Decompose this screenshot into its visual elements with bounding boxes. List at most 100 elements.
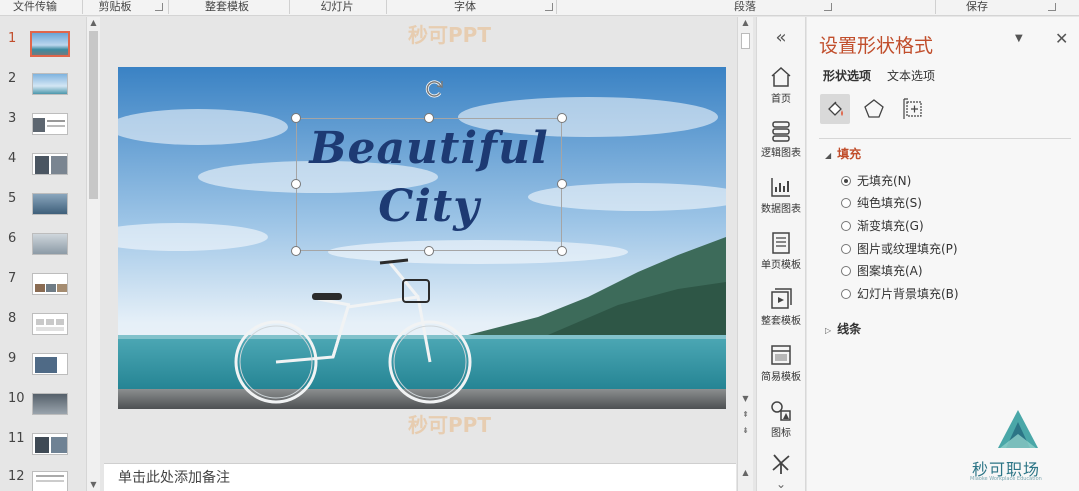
- slide-number: 2: [8, 71, 17, 86]
- radio-selected[interactable]: [841, 176, 851, 186]
- resize-handle[interactable]: [291, 246, 301, 256]
- scroll-up-icon[interactable]: ▲: [87, 17, 100, 29]
- fill-option-none[interactable]: 无填充(N): [841, 173, 911, 189]
- slide-thumbnail[interactable]: 10: [0, 391, 86, 429]
- title-line-2[interactable]: City: [297, 179, 561, 235]
- thumbnail-scrollbar[interactable]: ▲ ▼: [86, 17, 100, 491]
- pane-divider: [819, 138, 1071, 139]
- home-icon: [771, 66, 791, 87]
- slide-thumbnail[interactable]: 3: [0, 111, 86, 149]
- ribbon-group-labels: 文件传输 剪贴板 整套模板 幻灯片 字体 段落 保存: [0, 0, 1079, 16]
- logic-chart-button[interactable]: 逻辑图表: [757, 119, 805, 159]
- full-template-button[interactable]: 整套模板: [757, 287, 805, 327]
- slide-thumbnail[interactable]: 7: [0, 271, 86, 309]
- pentagon-icon: [864, 99, 884, 118]
- radio[interactable]: [841, 266, 851, 276]
- collapse-panel-button[interactable]: «: [757, 27, 805, 48]
- size-properties-tab[interactable]: [899, 94, 929, 124]
- fill-option-solid[interactable]: 纯色填充(S): [841, 195, 922, 211]
- slide-thumbnail-image[interactable]: [32, 153, 68, 175]
- slide-thumbnail[interactable]: 12: [0, 469, 86, 491]
- next-slide-icon[interactable]: ⇟: [738, 425, 753, 437]
- resize-handle[interactable]: [557, 113, 567, 123]
- single-page-template-button[interactable]: 单页模板: [757, 231, 805, 271]
- scrollbar-thumb[interactable]: [89, 31, 98, 199]
- slide-thumbnail-image[interactable]: [30, 31, 70, 57]
- scrollbar-thumb[interactable]: [741, 33, 750, 49]
- scroll-down-icon[interactable]: ▼: [738, 393, 753, 405]
- fill-option-pattern[interactable]: 图案填充(A): [841, 263, 923, 279]
- slide-thumbnail-image[interactable]: [32, 313, 68, 335]
- slide-thumbnail[interactable]: 4: [0, 151, 86, 189]
- icons-button[interactable]: 图标: [757, 399, 805, 439]
- slide-thumbnail[interactable]: 11: [0, 431, 86, 469]
- slide-thumbnail-pane: 1 2 3 4 5 6 7 8 9 10 11 12 ▲ ▼: [0, 17, 100, 491]
- radio[interactable]: [841, 221, 851, 231]
- radio[interactable]: [841, 289, 851, 299]
- scroll-more-button[interactable]: ⌄: [757, 477, 805, 491]
- slide-thumbnail-image[interactable]: [32, 233, 68, 255]
- radio[interactable]: [841, 244, 851, 254]
- line-section-label: 线条: [837, 322, 862, 336]
- notes-scroll-up-icon[interactable]: ▲: [738, 467, 753, 479]
- slide-thumbnail[interactable]: 2: [0, 71, 86, 109]
- line-section-header[interactable]: ▷ 线条: [825, 320, 861, 337]
- ribbon-separator: [386, 0, 387, 14]
- fill-option-slide-background[interactable]: 幻灯片背景填充(B): [841, 286, 959, 302]
- slide-number: 7: [8, 271, 17, 286]
- resize-handle[interactable]: [424, 246, 434, 256]
- editor-scrollbar[interactable]: ▲ ▼ ⇞ ⇟ ▲: [737, 17, 753, 491]
- scroll-up-icon[interactable]: ▲: [738, 17, 753, 29]
- home-button[interactable]: 首页: [757, 65, 805, 105]
- slide-thumbnail-image[interactable]: [32, 193, 68, 215]
- slide-thumbnail[interactable]: 6: [0, 231, 86, 269]
- fill-option-picture[interactable]: 图片或纹理填充(P): [841, 241, 958, 257]
- slide-thumbnail-image[interactable]: [32, 273, 68, 295]
- fill-and-line-tab[interactable]: [820, 94, 850, 124]
- resize-handle[interactable]: [291, 179, 301, 189]
- slide-thumbnail[interactable]: 8: [0, 311, 86, 349]
- scroll-down-icon[interactable]: ▼: [87, 479, 100, 491]
- slide-thumbnail[interactable]: 5: [0, 191, 86, 229]
- title-line-1[interactable]: Beautiful: [297, 121, 561, 177]
- close-icon[interactable]: ✕: [1055, 29, 1068, 48]
- resize-handle[interactable]: [557, 179, 567, 189]
- slide-number: 3: [8, 111, 17, 126]
- slide-thumbnail-image[interactable]: [32, 393, 68, 415]
- title-textbox[interactable]: Beautiful City: [296, 118, 562, 251]
- previous-slide-icon[interactable]: ⇞: [738, 409, 753, 421]
- fill-option-gradient[interactable]: 渐变填充(G): [841, 218, 924, 234]
- clipboard-launcher-icon[interactable]: [155, 3, 163, 11]
- resize-handle[interactable]: [557, 246, 567, 256]
- slideshow-icon: [771, 288, 792, 309]
- data-chart-button[interactable]: 数据图表: [757, 175, 805, 215]
- resize-handle[interactable]: [424, 113, 434, 123]
- radio[interactable]: [841, 198, 851, 208]
- resize-handle[interactable]: [291, 113, 301, 123]
- font-launcher-icon[interactable]: [545, 3, 553, 11]
- slide-thumbnail-image[interactable]: [32, 113, 68, 135]
- tab-text-options[interactable]: 文本选项: [887, 67, 935, 84]
- slide-canvas[interactable]: Beautiful City: [118, 67, 726, 409]
- fill-option-label: 无填充(N): [857, 174, 912, 188]
- collapsed-triangle-icon: ▷: [825, 326, 832, 335]
- simple-template-button[interactable]: 简易模板: [757, 343, 805, 383]
- logic-chart-icon: [772, 121, 790, 142]
- slide-thumbnail-image[interactable]: [32, 73, 68, 95]
- slide-thumbnail-image[interactable]: [32, 353, 68, 375]
- tab-shape-options[interactable]: 形状选项: [823, 67, 871, 84]
- effects-tab[interactable]: [859, 94, 889, 124]
- save-launcher-icon[interactable]: [1048, 3, 1056, 11]
- slide-thumbnail[interactable]: 9: [0, 351, 86, 389]
- fill-section-header[interactable]: ◢ 填充: [825, 145, 861, 162]
- slide-number: 6: [8, 231, 17, 246]
- slide-thumbnail[interactable]: 1: [0, 31, 86, 69]
- paragraph-launcher-icon[interactable]: [824, 3, 832, 11]
- pane-options-dropdown-icon[interactable]: ▼: [1015, 33, 1023, 44]
- rotate-handle-icon[interactable]: [423, 77, 447, 101]
- slide-thumbnail-image[interactable]: [32, 433, 68, 455]
- notes-area[interactable]: 单击此处添加备注: [104, 463, 736, 491]
- shapes-icon: [771, 401, 791, 421]
- slide-thumbnail-image[interactable]: [32, 471, 68, 491]
- windmill-button[interactable]: [757, 451, 805, 475]
